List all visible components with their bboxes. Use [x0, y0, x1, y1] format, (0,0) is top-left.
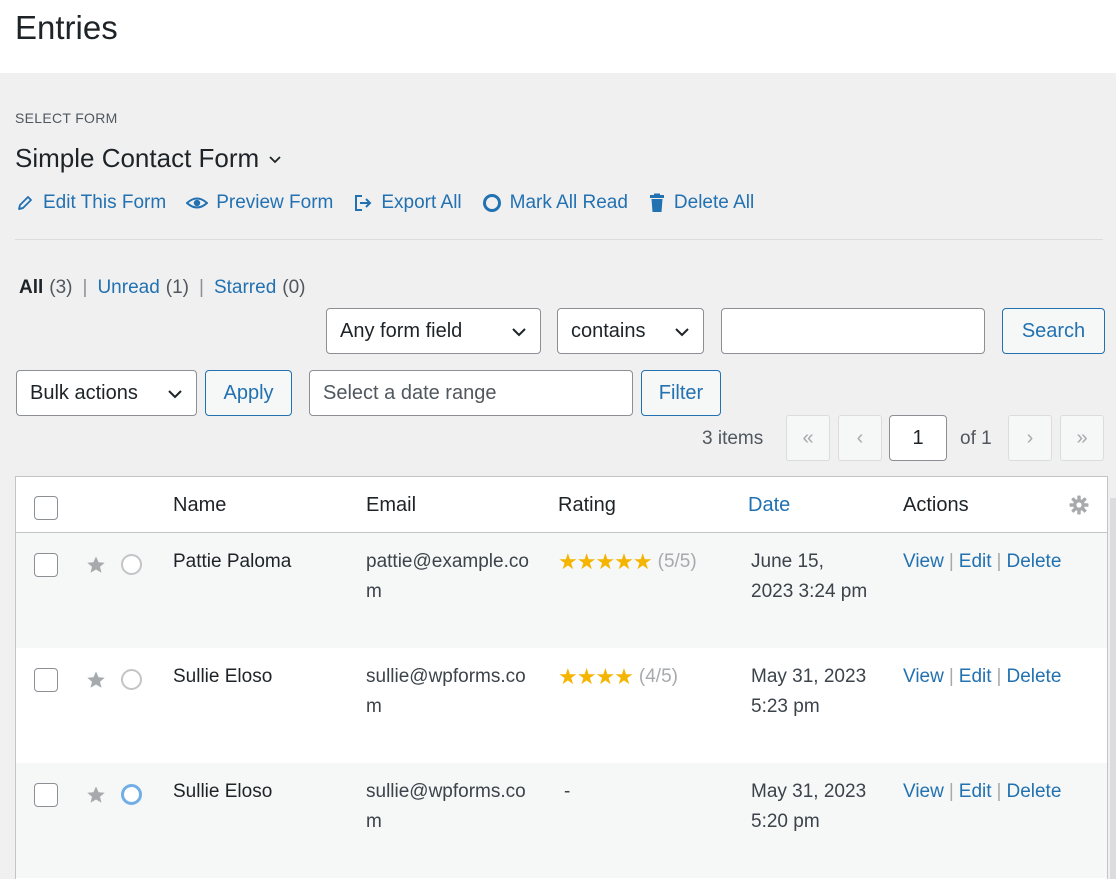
entry-email: sullie@wpforms.com — [366, 781, 526, 832]
entry-views: All (3) | Unread (1) | Starred (0) — [19, 277, 306, 299]
delete-all-link[interactable]: Delete All — [648, 192, 754, 214]
items-count: 3 items — [702, 428, 764, 449]
search-button[interactable]: Search — [1002, 308, 1105, 354]
prev-page-button[interactable]: ‹ — [838, 415, 882, 461]
rating-text: (4/5) — [638, 666, 678, 687]
entry-date: June 15, 2023 3:24 pm — [751, 551, 868, 602]
edit-link[interactable]: Edit — [959, 662, 992, 692]
read-status-circle[interactable] — [121, 669, 142, 690]
view-link[interactable]: View — [903, 777, 944, 807]
circle-icon — [482, 194, 501, 212]
gear-icon[interactable] — [1069, 495, 1089, 515]
pencil-icon — [18, 196, 32, 210]
unread-status-circle[interactable] — [121, 784, 142, 805]
entries-table: Name Email Rating Date Actions Pattie Pa… — [15, 476, 1108, 879]
entry-name: Pattie Paloma — [173, 551, 292, 572]
export-all-link[interactable]: Export All — [353, 192, 462, 214]
view-all[interactable]: All — [19, 277, 43, 299]
row-checkbox[interactable] — [34, 668, 58, 692]
edit-link[interactable]: Edit — [959, 777, 992, 807]
form-selector-dropdown[interactable]: Simple Contact Form — [15, 143, 283, 174]
chevron-down-icon — [269, 155, 281, 163]
table-header: Name Email Rating Date Actions — [16, 477, 1107, 533]
row-checkbox[interactable] — [34, 783, 58, 807]
column-rating: Rating — [558, 494, 616, 516]
preview-form-link[interactable]: Preview Form — [186, 192, 333, 214]
last-page-button[interactable]: » — [1060, 415, 1104, 461]
column-name: Name — [173, 494, 227, 516]
table-row: Pattie Paloma pattie@example.com ★★★★★ (… — [16, 533, 1107, 648]
row-actions: View | Edit | Delete — [903, 662, 1061, 692]
view-starred-count: (0) — [282, 277, 306, 298]
edit-form-link[interactable]: Edit This Form — [15, 192, 166, 214]
star-icon[interactable] — [86, 670, 106, 690]
entry-name: Sullie Eloso — [173, 781, 273, 802]
row-actions: View | Edit | Delete — [903, 777, 1061, 807]
chevron-down-icon — [168, 390, 182, 399]
bulk-actions-select[interactable]: Bulk actions — [16, 370, 197, 416]
view-all-count: (3) — [49, 277, 73, 298]
current-page-input[interactable]: 1 — [889, 415, 947, 461]
date-range-input[interactable]: Select a date range — [309, 370, 633, 416]
delete-link[interactable]: Delete — [1006, 662, 1061, 692]
view-link[interactable]: View — [903, 547, 944, 577]
search-operator-select[interactable]: contains — [557, 308, 704, 354]
view-link[interactable]: View — [903, 662, 944, 692]
filter-button[interactable]: Filter — [641, 370, 721, 416]
first-page-button[interactable]: « — [786, 415, 830, 461]
view-unread[interactable]: Unread — [97, 277, 159, 299]
table-row: Sullie Eloso sullie@wpforms.com - May 31… — [16, 763, 1107, 878]
page-header: Entries — [0, 0, 1116, 73]
row-actions: View | Edit | Delete — [903, 547, 1061, 577]
star-icon[interactable] — [86, 555, 106, 575]
table-row: Sullie Eloso sullie@wpforms.com ★★★★ (4/… — [16, 648, 1107, 763]
column-date[interactable]: Date — [748, 494, 790, 517]
form-actions-bar: Edit This Form Preview Form Export All M… — [15, 190, 774, 216]
chevron-down-icon — [512, 328, 526, 337]
eye-icon — [186, 197, 209, 209]
trash-icon — [649, 193, 664, 212]
select-form-label: SELECT FORM — [15, 110, 118, 126]
rating-text: - — [564, 781, 571, 802]
chevron-down-icon — [675, 328, 689, 337]
rating-stars: ★★★★ — [558, 664, 634, 689]
delete-link[interactable]: Delete — [1006, 547, 1061, 577]
entry-email: sullie@wpforms.com — [366, 666, 526, 717]
page-title: Entries — [15, 9, 118, 46]
read-status-circle[interactable] — [121, 554, 142, 575]
entry-rating: ★★★★★ (5/5) — [558, 547, 697, 577]
view-separator: | — [82, 277, 88, 298]
entry-email: pattie@example.com — [366, 551, 529, 602]
scrollbar-edge[interactable] — [1110, 498, 1116, 879]
rating-stars: ★★★★★ — [558, 549, 653, 574]
entry-date: May 31, 2023 5:20 pm — [751, 781, 867, 832]
delete-link[interactable]: Delete — [1006, 777, 1061, 807]
entry-date: May 31, 2023 5:23 pm — [751, 666, 867, 717]
divider — [15, 239, 1103, 240]
export-icon — [355, 195, 372, 211]
entry-rating: - — [558, 777, 570, 807]
search-input[interactable] — [721, 308, 985, 354]
entry-name: Sullie Eloso — [173, 666, 273, 687]
next-page-button[interactable]: › — [1008, 415, 1052, 461]
apply-button[interactable]: Apply — [205, 370, 292, 416]
mark-all-read-link[interactable]: Mark All Read — [482, 192, 628, 214]
view-starred[interactable]: Starred — [214, 277, 276, 299]
selected-form-name: Simple Contact Form — [15, 143, 260, 173]
column-email: Email — [366, 494, 417, 516]
search-field-select[interactable]: Any form field — [326, 308, 541, 354]
entry-rating: ★★★★ (4/5) — [558, 662, 678, 692]
view-unread-count: (1) — [165, 277, 190, 298]
edit-link[interactable]: Edit — [959, 547, 992, 577]
star-icon[interactable] — [86, 785, 106, 805]
row-checkbox[interactable] — [34, 553, 58, 577]
column-actions: Actions — [903, 494, 969, 516]
total-pages: of 1 — [960, 428, 992, 449]
select-all-checkbox[interactable] — [34, 496, 58, 520]
rating-text: (5/5) — [657, 551, 697, 572]
view-separator: | — [199, 277, 204, 298]
